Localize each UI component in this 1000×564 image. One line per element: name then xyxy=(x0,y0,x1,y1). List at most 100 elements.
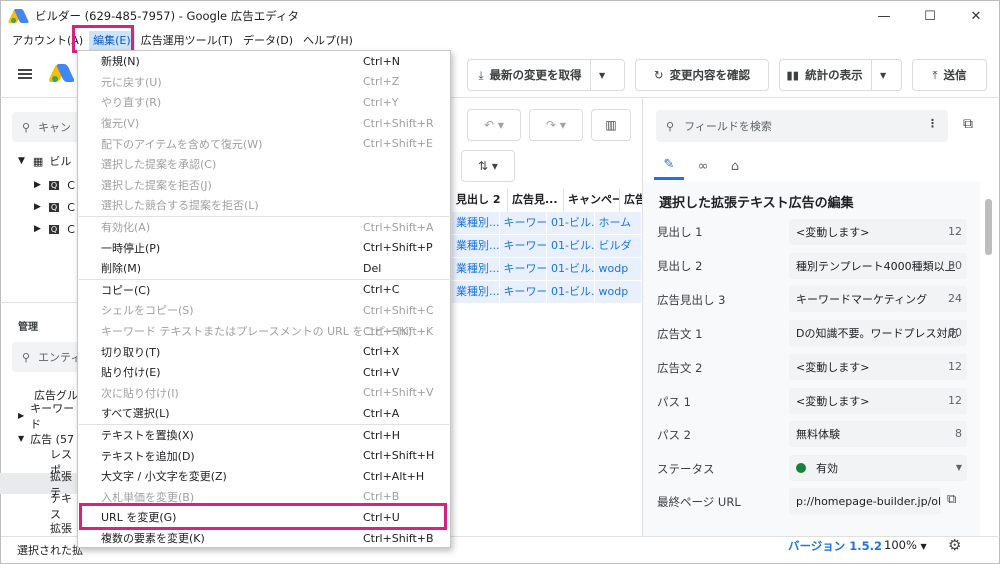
campaign-search-input[interactable]: ⚲ キャン xyxy=(12,112,82,142)
table-cell[interactable]: 業種別... xyxy=(452,235,500,257)
table-cell[interactable]: キーワー... xyxy=(500,258,547,280)
entity-search-input[interactable]: ⚲ エンティ xyxy=(12,342,82,372)
campaign-tree-row[interactable]: ▶ Q C xyxy=(0,174,75,196)
mgmt-item-expanded[interactable]: 拡張 xyxy=(0,517,80,538)
headline2-field[interactable]: 種別テンプレート4000種類以上 30 xyxy=(789,253,967,279)
final-url-field[interactable]: p://homepage-builder.jp/old/ xyxy=(789,488,941,514)
campaign-tree-row[interactable]: ▶ Q C xyxy=(0,196,75,218)
close-button[interactable]: ✕ xyxy=(953,1,999,31)
table-cell[interactable]: ホーム xyxy=(595,212,642,234)
column-header[interactable]: キャンペー xyxy=(564,188,620,212)
menu-item-reject-proposals[interactable]: 選択した提案を拒否(J) xyxy=(78,175,450,196)
review-changes-button[interactable]: ↻ 変更内容を確認 xyxy=(635,59,769,91)
menu-item-delete[interactable]: 削除(M) Del xyxy=(78,258,450,279)
path2-field[interactable]: 無料体験 8 xyxy=(789,421,967,447)
tab-labels[interactable]: ⌂ xyxy=(720,152,750,180)
chevron-down-icon[interactable]: ▼ xyxy=(589,60,614,90)
menu-item-undo[interactable]: 元に戻す(U) Ctrl+Z xyxy=(78,72,450,93)
menu-tools[interactable]: 広告運用ツール(T) xyxy=(137,31,237,51)
menu-item-copy[interactable]: コピー(C) Ctrl+C xyxy=(78,280,450,301)
table-row[interactable]: 業種別...キーワー...01-ビル...ビルダ xyxy=(452,235,642,257)
menu-item-new[interactable]: 新規(N) Ctrl+N xyxy=(78,51,450,72)
field-search-input[interactable]: ⚲ フィールドを検索 ⋮ xyxy=(656,110,948,142)
version-link[interactable]: バージョン 1.5.2 xyxy=(788,538,882,554)
table-cell[interactable]: wodp xyxy=(595,281,642,303)
menu-item-cut[interactable]: 切り取り(T) Ctrl+X xyxy=(78,341,450,362)
menu-item-paste-next[interactable]: 次に貼り付け(I) Ctrl+Shift+V xyxy=(78,383,450,404)
tab-edit[interactable]: ✎ xyxy=(654,152,684,180)
table-cell[interactable]: 01-ビル... xyxy=(547,258,595,280)
mgmt-item-keywords[interactable]: ▶ キーワード xyxy=(0,402,80,431)
open-url-icon[interactable]: ⧉ xyxy=(947,492,956,507)
menu-item-enable[interactable]: 有効化(A) Ctrl+Shift+A xyxy=(78,217,450,238)
table-cell[interactable]: wodp xyxy=(595,258,642,280)
table-cell[interactable]: 01-ビル... xyxy=(547,281,595,303)
zoom-value: 100% xyxy=(884,538,917,552)
table-cell[interactable]: ビルダ xyxy=(595,235,642,257)
table-cell[interactable]: 業種別... xyxy=(452,258,500,280)
open-external-icon[interactable]: ⧉ xyxy=(963,116,973,132)
chevron-right-icon[interactable]: ▶ xyxy=(34,180,41,190)
menu-item-restore-children[interactable]: 配下のアイテムを含めて復元(W) Ctrl+Shift+E xyxy=(78,133,450,154)
chevron-right-icon[interactable]: ▶ xyxy=(34,224,41,234)
menu-item-copy-shell[interactable]: シェルをコピー(S) Ctrl+Shift+C xyxy=(78,300,450,321)
get-recent-changes-button[interactable]: ⤓ 最新の変更を取得 ▼ xyxy=(467,59,625,91)
campaign-tree-row[interactable]: ▶ Q C xyxy=(0,218,75,240)
account-tree-row[interactable]: ▼ ▦ ビル xyxy=(0,150,71,172)
path1-field[interactable]: <変動します> 12 xyxy=(789,388,967,414)
menu-item-change-multiple[interactable]: 複数の要素を変更(K) Ctrl+Shift+B xyxy=(78,528,450,549)
table-row[interactable]: 業種別...キーワー...01-ビル...ホーム xyxy=(452,212,642,234)
mgmt-item-text[interactable]: テキス xyxy=(0,492,80,521)
redo-button[interactable]: ↷ ▾ xyxy=(529,109,583,141)
table-cell[interactable]: 業種別... xyxy=(452,212,500,234)
undo-button[interactable]: ↶ ▾ xyxy=(467,109,521,141)
chevron-down-icon[interactable]: ▼ xyxy=(18,434,24,443)
table-row[interactable]: 業種別...キーワー...01-ビル...wodp xyxy=(452,281,642,303)
menu-item-pause[interactable]: 一時停止(P) Ctrl+Shift+P xyxy=(78,237,450,258)
menu-item-change-case[interactable]: 大文字 / 小文字を変更(Z) Ctrl+Alt+H xyxy=(78,466,450,487)
menu-item-redo[interactable]: やり直す(R) Ctrl+Y xyxy=(78,92,450,113)
menu-item-append-text[interactable]: テキストを追加(D) Ctrl+Shift+H xyxy=(78,445,450,466)
table-cell[interactable]: 業種別... xyxy=(452,281,500,303)
menu-item-label: 新規(N) xyxy=(101,55,140,69)
menu-item-select-all[interactable]: すべて選択(L) Ctrl+A xyxy=(78,403,450,424)
menu-item-copy-keyword-url[interactable]: キーワード テキストまたはプレースメントの URL をコピー(K) Ctrl+Sh… xyxy=(78,321,450,342)
minimize-button[interactable]: — xyxy=(861,1,907,31)
view-stats-button[interactable]: ▮▮ 統計の表示 ▼ xyxy=(779,59,902,91)
table-cell[interactable]: 01-ビル... xyxy=(547,235,595,257)
table-cell[interactable]: キーワー... xyxy=(500,235,547,257)
zoom-select[interactable]: 100% ▼ xyxy=(884,538,927,552)
tab-links[interactable]: ∞ xyxy=(688,152,718,180)
chevron-right-icon[interactable]: ▶ xyxy=(34,202,41,212)
menu-item-accept-proposals[interactable]: 選択した提案を承認(C) xyxy=(78,154,450,175)
headline3-field[interactable]: キーワードマーケティング 24 xyxy=(789,286,967,312)
settings-icon[interactable]: ⚙ xyxy=(948,536,961,554)
sort-button[interactable]: ⇅ ▾ xyxy=(461,150,515,182)
headline1-field[interactable]: <変動します> 12 xyxy=(789,219,967,245)
menu-item-paste[interactable]: 貼り付け(E) Ctrl+V xyxy=(78,362,450,383)
scroll-thumb[interactable] xyxy=(985,199,992,255)
table-row[interactable]: 業種別...キーワー...01-ビル...wodp xyxy=(452,258,642,280)
menu-item-reject-conflicts[interactable]: 選択した競合する提案を拒否(L) xyxy=(78,195,450,216)
more-options-icon[interactable]: ⋮ xyxy=(927,117,938,130)
chevron-down-icon[interactable]: ▼ xyxy=(870,60,895,90)
menu-item-restore[interactable]: 復元(V) Ctrl+Shift+R xyxy=(78,113,450,134)
menu-item-shortcut: Ctrl+Alt+H xyxy=(363,469,425,483)
post-button[interactable]: ⤒ 送信 xyxy=(912,59,987,91)
status-select[interactable]: 有効 ▼ xyxy=(789,455,967,481)
description1-field[interactable]: Dの知識不要。ワードプレス対応 80 xyxy=(789,320,967,346)
maximize-button[interactable]: ☐ xyxy=(907,1,953,31)
column-header[interactable]: 広告見... xyxy=(508,188,564,212)
table-cell[interactable]: 01-ビル... xyxy=(547,212,595,234)
chevron-right-icon[interactable]: ▶ xyxy=(18,411,24,420)
menu-help[interactable]: ヘルプ(H) xyxy=(299,31,357,51)
menu-item-replace-text[interactable]: テキストを置換(X) Ctrl+H xyxy=(78,425,450,446)
columns-button[interactable]: ▥ xyxy=(591,109,631,141)
description2-field[interactable]: <変動します> 12 xyxy=(789,354,967,380)
menu-data[interactable]: データ(D) xyxy=(239,31,297,51)
table-cell[interactable]: キーワー... xyxy=(500,212,547,234)
table-cell[interactable]: キーワー... xyxy=(500,281,547,303)
column-header[interactable]: 見出し 2 xyxy=(452,188,508,212)
chevron-down-icon[interactable]: ▼ xyxy=(18,156,25,166)
hamburger-menu-icon[interactable] xyxy=(18,69,32,79)
